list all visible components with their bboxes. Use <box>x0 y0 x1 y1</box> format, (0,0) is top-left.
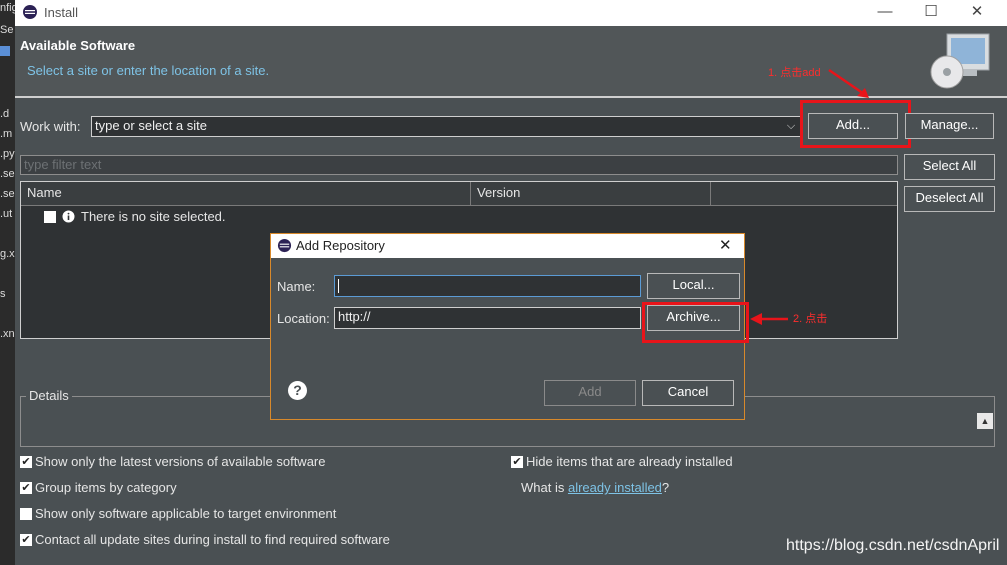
option-contact-update-sites-label: Contact all update sites during install … <box>35 532 390 547</box>
what-is-installed: What is already installed? <box>521 480 669 495</box>
strip-text: nfig <box>0 2 15 14</box>
info-icon <box>62 210 75 223</box>
strip-text: .se <box>0 188 15 200</box>
repo-location-input[interactable]: http:// <box>334 307 641 329</box>
manage-button[interactable]: Manage... <box>905 113 994 139</box>
deselect-all-button[interactable]: Deselect All <box>904 186 995 212</box>
select-all-label: Select All <box>922 158 977 173</box>
dialog-title: Add Repository <box>296 238 385 253</box>
option-group-by-category-label: Group items by category <box>35 480 177 495</box>
page-subtitle: Select a site or enter the location of a… <box>27 63 270 78</box>
dialog-cancel-button[interactable]: Cancel <box>642 380 734 406</box>
column-header-version[interactable]: Version <box>471 182 711 206</box>
minimize-button[interactable]: — <box>862 0 908 26</box>
filter-placeholder: type filter text <box>24 157 102 172</box>
option-hide-installed-checkbox[interactable]: ✔ <box>511 456 523 468</box>
already-installed-link[interactable]: already installed <box>568 480 662 495</box>
repo-location-value: http:// <box>338 309 371 324</box>
watermark-text: https://blog.csdn.net/csdnApril <box>786 537 1000 554</box>
dialog-title-bar: Add Repository ✕ <box>271 234 744 258</box>
repo-location-label: Location: <box>277 311 330 326</box>
what-is-prefix: What is <box>521 480 568 495</box>
repo-name-label: Name: <box>277 279 316 294</box>
column-header-name[interactable]: Name <box>21 182 471 206</box>
chevron-down-icon[interactable]: ⌵ <box>782 117 800 136</box>
table-row-text: There is no site selected. <box>81 209 226 224</box>
annotation-step1: 1. 点击add <box>768 67 821 79</box>
local-button[interactable]: Local... <box>647 273 740 299</box>
row-checkbox[interactable] <box>44 211 56 223</box>
work-with-value: type or select a site <box>95 118 207 133</box>
dialog-close-button[interactable]: ✕ <box>719 236 732 254</box>
option-latest-versions-checkbox[interactable]: ✔ <box>20 456 32 468</box>
dialog-add-label: Add <box>578 384 602 399</box>
help-icon[interactable]: ? <box>288 381 307 400</box>
manage-label: Manage... <box>920 117 979 132</box>
dialog-add-button[interactable]: Add <box>544 380 636 406</box>
option-target-environment-label: Show only software applicable to target … <box>35 506 337 521</box>
eclipse-icon <box>277 238 292 253</box>
what-is-suffix: ? <box>661 480 670 495</box>
local-label: Local... <box>672 277 715 292</box>
filter-input[interactable]: type filter text <box>20 155 898 175</box>
option-hide-installed-label: Hide items that are already installed <box>526 454 733 469</box>
dialog-cancel-label: Cancel <box>667 384 709 399</box>
install-cd-icon <box>930 33 990 89</box>
window-title: Install <box>44 5 78 20</box>
eclipse-icon <box>23 5 37 19</box>
option-group-by-category-checkbox[interactable]: ✔ <box>20 482 32 494</box>
table-row[interactable]: There is no site selected. <box>21 206 897 228</box>
repo-name-input[interactable] <box>334 275 641 297</box>
highlight-box-archive <box>642 302 749 343</box>
maximize-button[interactable]: ☐ <box>908 0 954 26</box>
annotation-arrow-icon <box>750 313 788 325</box>
details-label: Details <box>26 388 72 403</box>
strip-text: .se <box>0 168 15 180</box>
strip-icon <box>0 46 10 56</box>
annotation-step2: 2. 点击 <box>793 313 828 325</box>
strip-text: .d <box>0 108 10 120</box>
work-with-combo[interactable]: type or select a site <box>91 116 801 137</box>
annotation-arrow-icon <box>828 68 869 98</box>
window-title-bar: Install — ☐ ✕ <box>0 0 1007 26</box>
column-header-extra <box>711 182 897 206</box>
highlight-box-add <box>800 100 911 148</box>
strip-text: .m <box>0 128 13 140</box>
strip-text: .py <box>0 148 15 160</box>
strip-text: .xn <box>0 328 15 340</box>
strip-text: s <box>0 288 6 300</box>
text-cursor <box>338 278 339 293</box>
background-editor-strip: nfig Se .d .m .py .se .se .ut g.x s .xn <box>0 0 15 565</box>
close-button[interactable]: ✕ <box>954 0 1000 26</box>
option-latest-versions-label: Show only the latest versions of availab… <box>35 454 326 469</box>
work-with-label: Work with: <box>20 119 81 134</box>
select-all-button[interactable]: Select All <box>904 154 995 180</box>
details-scroll-up-icon[interactable]: ▲ <box>977 413 993 429</box>
option-contact-update-sites-checkbox[interactable]: ✔ <box>20 534 32 546</box>
option-target-environment-checkbox[interactable] <box>20 508 32 520</box>
strip-text: .ut <box>0 208 13 220</box>
strip-text: g.x <box>0 248 15 260</box>
page-title: Available Software <box>20 38 136 53</box>
strip-text: Se <box>0 24 14 36</box>
deselect-all-label: Deselect All <box>915 190 984 205</box>
